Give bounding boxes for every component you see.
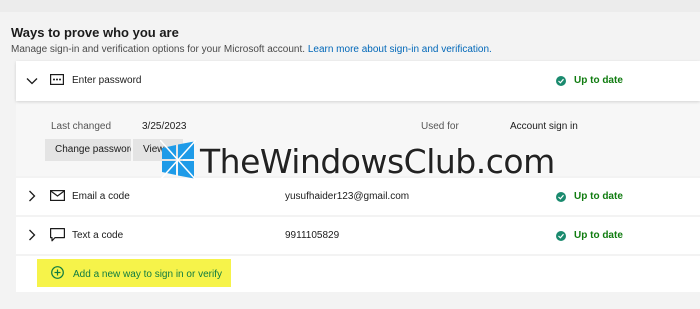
learn-more-link[interactable]: Learn more about sign-in and verificatio…	[308, 44, 492, 55]
top-strip	[0, 0, 700, 12]
envelope-icon	[50, 190, 65, 201]
used-for-value: Account sign in	[510, 121, 578, 132]
check-circle-icon	[556, 230, 566, 241]
status-badge: Up to date	[556, 230, 623, 241]
chat-icon	[50, 228, 65, 242]
plus-circle-icon[interactable]	[51, 266, 64, 279]
status-text: Up to date	[574, 75, 623, 86]
status-badge: Up to date	[556, 191, 623, 202]
method-label-text: Text a code	[72, 230, 124, 241]
method-value-email: yusufhaider123@gmail.com	[285, 191, 410, 202]
method-row-password[interactable]: Enter password Up to date	[16, 61, 700, 101]
password-details-panel: Last changed 3/25/2023 Used for Account …	[16, 101, 700, 176]
method-row-text[interactable]: Text a code 9911105829 Up to date	[16, 217, 700, 254]
status-badge: Up to date	[556, 75, 623, 86]
check-circle-icon	[556, 75, 566, 86]
section-title: Ways to prove who you are	[11, 25, 179, 40]
chevron-right-icon[interactable]	[26, 229, 38, 241]
status-text: Up to date	[574, 191, 623, 202]
method-row-email[interactable]: Email a code yusufhaider123@gmail.com Up…	[16, 178, 700, 215]
last-changed-value: 3/25/2023	[142, 121, 187, 132]
password-icon	[50, 74, 64, 85]
add-method-link[interactable]: Add a new way to sign in or verify	[73, 269, 222, 280]
view-button[interactable]: View	[133, 139, 183, 161]
method-label-password: Enter password	[72, 75, 142, 86]
check-circle-icon	[556, 191, 566, 202]
last-changed-label: Last changed	[51, 121, 112, 132]
chevron-right-icon[interactable]	[26, 190, 38, 202]
change-password-button[interactable]: Change password	[45, 139, 131, 161]
method-label-email: Email a code	[72, 191, 130, 202]
method-value-text: 9911105829	[285, 230, 340, 241]
chevron-down-icon[interactable]	[26, 75, 38, 87]
section-description: Manage sign-in and verification options …	[11, 44, 492, 55]
status-text: Up to date	[574, 230, 623, 241]
used-for-label: Used for	[421, 121, 459, 132]
section-description-text: Manage sign-in and verification options …	[11, 44, 306, 55]
